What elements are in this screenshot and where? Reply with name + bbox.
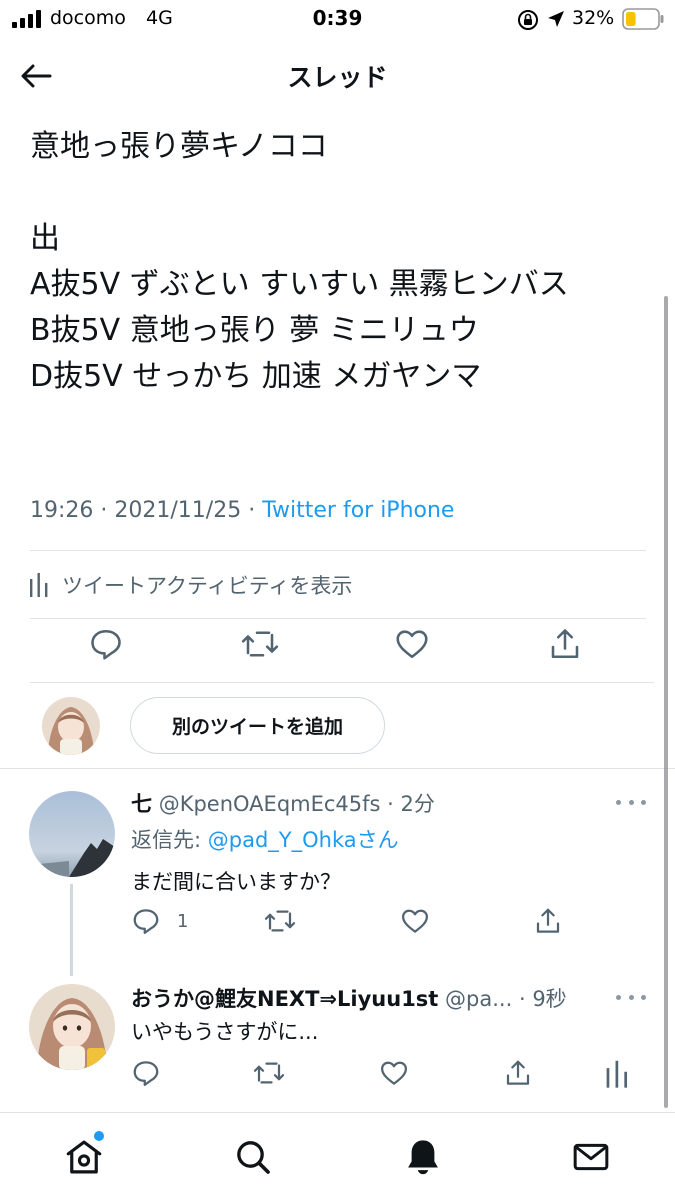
retweet-button[interactable] — [263, 906, 297, 936]
retweet-icon — [241, 631, 279, 657]
scrollbar[interactable] — [664, 296, 668, 1108]
my-avatar[interactable] — [42, 697, 100, 755]
share-button[interactable] — [546, 626, 584, 662]
divider — [30, 682, 654, 683]
share-button[interactable] — [502, 1058, 534, 1088]
home-icon — [66, 1140, 102, 1174]
mail-icon — [573, 1143, 609, 1171]
tweet-source-link[interactable]: Twitter for iPhone — [262, 498, 454, 523]
battery-icon — [622, 8, 664, 34]
replying-to-user-link[interactable]: @pad_Y_Ohka — [208, 828, 357, 852]
tab-messages[interactable] — [569, 1135, 613, 1179]
meta-separator: · — [248, 498, 256, 523]
activity-label: ツイートアクティビティを表示 — [62, 574, 353, 598]
thread-header: スレッド — [0, 40, 675, 112]
retweet-button[interactable] — [240, 626, 280, 662]
home-notification-dot — [94, 1131, 104, 1141]
analytics-icon — [606, 1060, 628, 1088]
divider — [30, 550, 646, 551]
share-icon — [506, 1060, 530, 1085]
reply-icon — [133, 1061, 159, 1086]
more-icon — [616, 994, 621, 1000]
reply-text: まだ間に合いますか？ — [131, 870, 341, 894]
heart-icon — [381, 1061, 407, 1085]
orientation-lock-icon — [517, 9, 539, 35]
reply-author-handle[interactable]: @KpenOAEqmEc45fs — [159, 792, 381, 816]
reply-icon — [91, 629, 121, 660]
search-icon — [237, 1141, 270, 1174]
retweet-icon — [264, 910, 296, 932]
reply-button[interactable] — [88, 626, 124, 662]
tab-search[interactable] — [231, 1135, 275, 1179]
more-button[interactable] — [616, 792, 646, 812]
tweet-analytics-button[interactable] — [606, 1058, 628, 1088]
analytics-icon — [30, 573, 48, 597]
divider — [0, 768, 675, 769]
reply-author-name[interactable]: 七 — [131, 792, 152, 816]
reply-button[interactable]: 1 — [131, 906, 188, 936]
heart-icon — [396, 630, 428, 659]
reply-button[interactable] — [131, 1058, 161, 1088]
reply-author-name[interactable]: おうか@鯉友NEXT⇒Liyuu1st — [131, 987, 438, 1011]
like-button[interactable] — [399, 906, 431, 936]
tweet-text: 意地っ張り夢キノココ 出 A抜5V ずぶとい すいすい 黒霧ヒンバス B抜5V … — [30, 129, 569, 394]
status-bar: docomo 4G 0:39 32% — [0, 0, 675, 40]
reply-icon — [133, 909, 159, 934]
page-title: スレッド — [287, 63, 388, 92]
replying-to: 返信先: @pad_Y_Ohkaさん — [131, 824, 399, 854]
divider — [30, 618, 646, 619]
reply-header: 七 @KpenOAEqmEc45fs · 2分 — [131, 788, 435, 818]
share-icon — [551, 629, 579, 659]
tweet-date: 2021/11/25 — [114, 498, 242, 523]
tweet-activity-link[interactable]: ツイートアクティビティを表示 — [30, 568, 352, 602]
reply-time: · 9秒 — [518, 987, 567, 1011]
share-button[interactable] — [532, 906, 564, 936]
retweet-icon — [253, 1062, 285, 1084]
tab-home[interactable] — [62, 1135, 106, 1179]
reply-time: · 2分 — [387, 792, 435, 816]
add-tweet-button[interactable]: 別のツイートを追加 — [130, 697, 385, 754]
reply-text: いやもうさすがに... — [131, 1020, 319, 1044]
replying-to-suffix: さん — [356, 828, 399, 852]
battery-percentage: 32% — [572, 7, 615, 29]
reply-avatar[interactable] — [29, 791, 115, 877]
more-button[interactable] — [616, 987, 646, 1007]
tab-bar — [0, 1112, 675, 1200]
like-button[interactable] — [378, 1058, 410, 1088]
heart-icon — [402, 909, 428, 933]
tab-notifications[interactable] — [401, 1135, 445, 1179]
more-icon — [616, 799, 621, 805]
reply-count: 1 — [177, 910, 189, 932]
retweet-button[interactable] — [252, 1058, 286, 1088]
tweet-time: 19:26 — [30, 498, 94, 523]
thread-connector-line — [70, 884, 73, 976]
share-icon — [536, 908, 560, 933]
replying-to-prefix: 返信先: — [131, 828, 208, 852]
bell-icon — [408, 1140, 438, 1175]
location-icon — [546, 9, 566, 33]
meta-separator: · — [100, 498, 108, 523]
reply-avatar[interactable] — [29, 984, 115, 1070]
reply-author-handle[interactable]: @pa... — [445, 987, 512, 1011]
reply-header: おうか@鯉友NEXT⇒Liyuu1st @pa... · 9秒 — [131, 983, 567, 1013]
like-button[interactable] — [393, 626, 431, 662]
tweet-metadata: 19:26 · 2021/11/25 · Twitter for iPhone — [30, 498, 454, 523]
